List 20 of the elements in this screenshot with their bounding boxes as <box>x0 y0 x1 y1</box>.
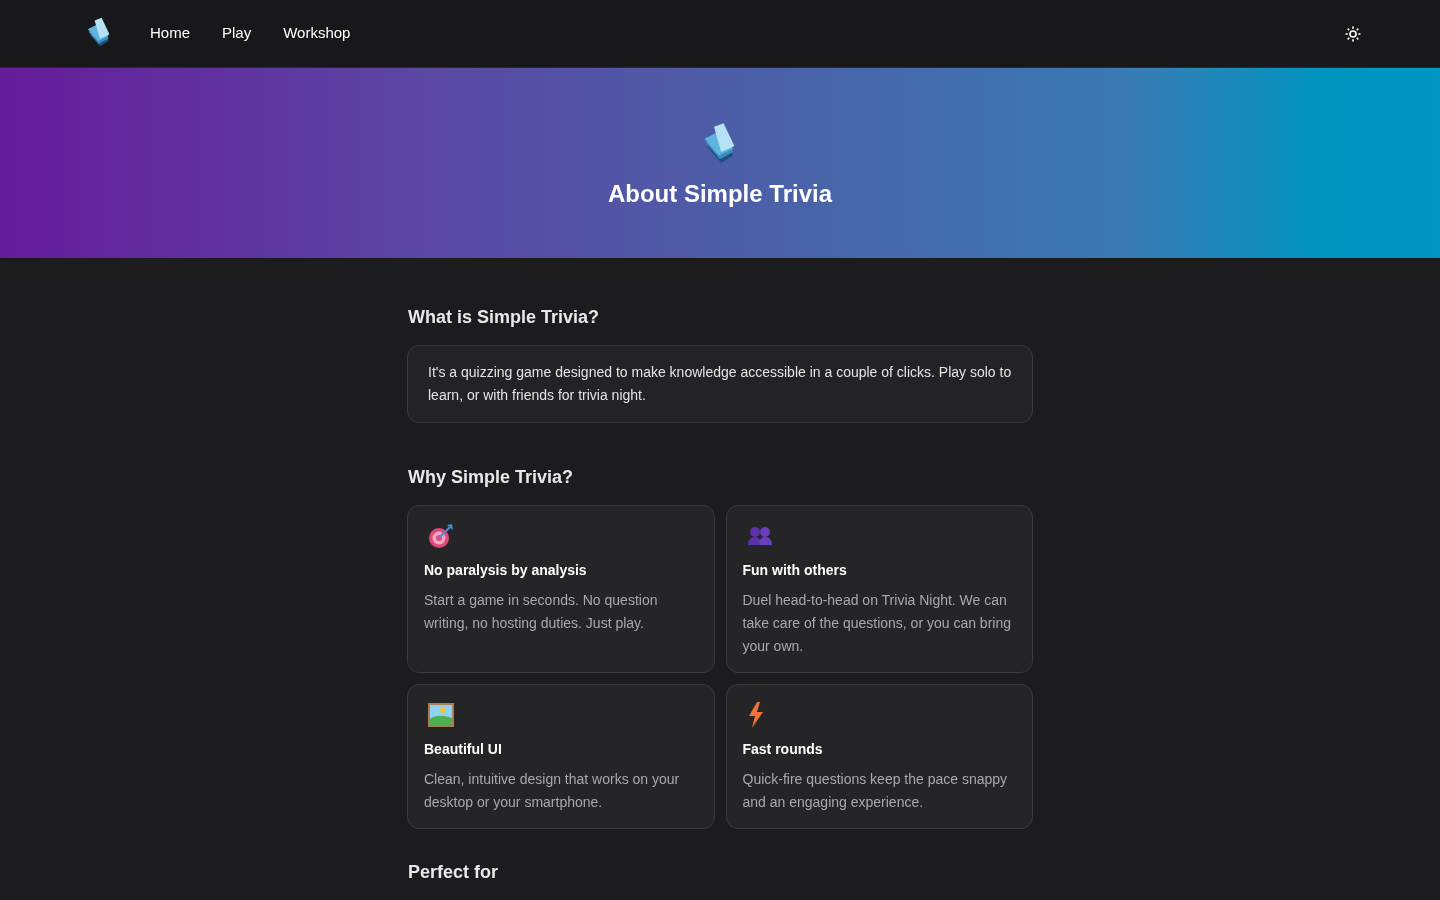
feature-title: Fun with others <box>742 561 848 580</box>
framed-landscape-icon <box>428 703 454 727</box>
feature-description: Quick-fire questions keep the pace snappy and an engaging experience. <box>742 770 1009 812</box>
nav-link[interactable]: Workshop <box>283 22 351 45</box>
section-heading: Why Simple Trivia? <box>407 466 575 489</box>
feature-title: Fast rounds <box>742 740 824 759</box>
feature-description: Start a game in seconds. No question writing, no hosting duties. Just play. <box>424 591 659 633</box>
section-heading: What is Simple Trivia? <box>407 306 601 329</box>
people-icon <box>746 525 773 547</box>
nav-link[interactable]: Play <box>222 22 252 45</box>
target-arrow-icon <box>428 523 454 549</box>
description-text: It's a quizzing game designed to make knowledge accessible in a couple of clicks. Play solo to learn, or with friends for trivia night. <box>428 363 1012 405</box>
feature-description: Duel head-to-head on Trivia Night. We can take care of the questions, or you can bring your own. <box>742 591 1012 656</box>
feature-title: No paralysis by analysis <box>424 561 588 580</box>
feature-description: Clean, intuitive design that works on your desktop or your smartphone. <box>424 770 681 812</box>
section-heading: Perfect for <box>407 861 500 884</box>
hero-title: About Simple Trivia <box>607 179 832 210</box>
nav-link[interactable]: Home <box>150 22 190 45</box>
feature-title: Beautiful UI <box>424 740 503 759</box>
lightning-bolt-icon <box>746 702 765 728</box>
